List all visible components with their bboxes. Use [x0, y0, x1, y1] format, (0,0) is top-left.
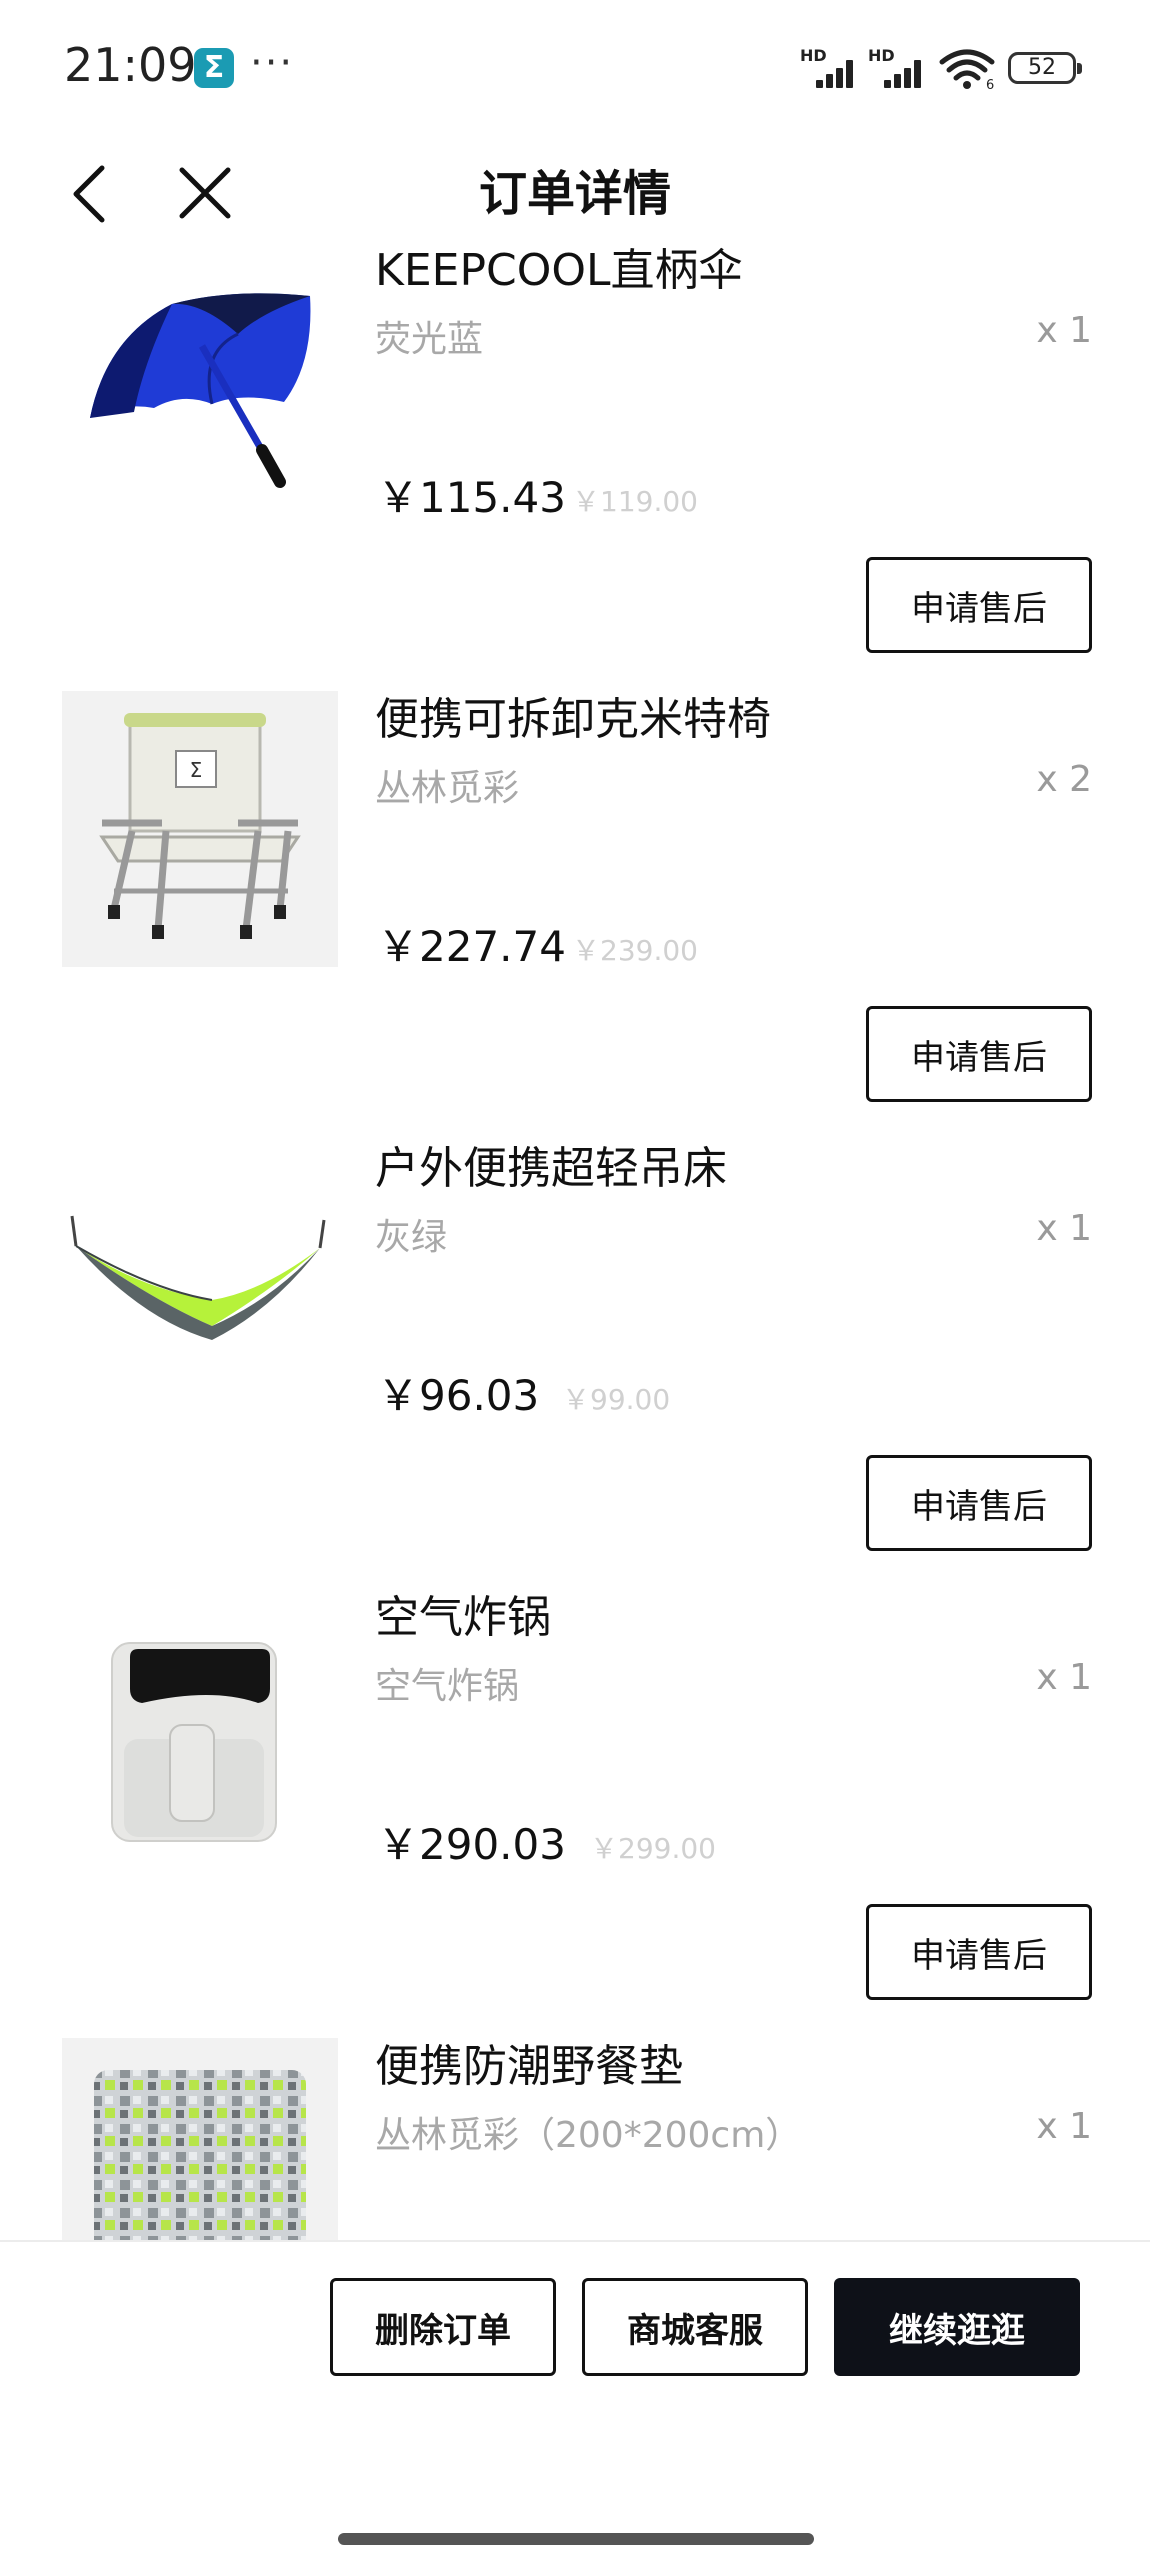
product-name: KEEPCOOL直柄伞 [375, 245, 743, 296]
list-item: 便携防潮野餐垫 丛林觅彩（200*200cm） x 1 [0, 2038, 1150, 2240]
product-name: 空气炸锅 [375, 1592, 551, 1643]
more-notifications-icon: ··· [250, 40, 295, 86]
list-item: 空气炸锅 空气炸锅 x 1 ￥290.03 ￥299.00 申请售后 [0, 1589, 1150, 2038]
order-items-list: KEEPCOOL直柄伞 荧光蓝 x 1 ￥115.43 ￥119.00 申请售后… [0, 242, 1150, 2240]
after-sales-button[interactable]: 申请售后 [866, 1455, 1092, 1551]
product-spec: 灰绿 [375, 1217, 448, 1258]
original-price: ￥239.00 [572, 934, 698, 967]
product-image-air-fryer[interactable] [62, 1589, 338, 1865]
list-item: Σ 便携可拆卸克米特椅 丛林觅彩 x 2 ￥227.74 ￥239.00 申请售… [0, 691, 1150, 1140]
app-notification-icon: Σ [194, 48, 234, 88]
svg-text:6: 6 [986, 78, 994, 90]
product-spec: 丛林觅彩（200*200cm） [375, 2115, 802, 2156]
original-price: ￥99.00 [562, 1383, 671, 1416]
after-sales-button[interactable]: 申请售后 [866, 557, 1092, 653]
status-bar: 21:09 Σ ··· HD HD 6 52 [0, 0, 1150, 140]
product-spec: 丛林觅彩 [375, 768, 520, 809]
product-quantity: x 1 [1036, 310, 1092, 351]
after-sales-button[interactable]: 申请售后 [866, 1006, 1092, 1102]
battery-icon: 52 [1008, 52, 1082, 84]
product-quantity: x 1 [1036, 1657, 1092, 1698]
status-time: 21:09 [64, 38, 197, 92]
product-image-picnic-mat[interactable] [62, 2038, 338, 2240]
product-name: 便携防潮野餐垫 [375, 2041, 683, 2092]
after-sales-button[interactable]: 申请售后 [866, 1904, 1092, 2000]
product-name: 便携可拆卸克米特椅 [375, 694, 771, 745]
home-indicator[interactable] [338, 2533, 814, 2545]
product-image-hammock[interactable] [62, 1140, 338, 1416]
product-image-chair[interactable]: Σ [62, 691, 338, 967]
original-price: ￥119.00 [572, 485, 698, 518]
product-spec: 空气炸锅 [375, 1666, 520, 1707]
svg-text:Σ: Σ [190, 758, 203, 782]
list-item: KEEPCOOL直柄伞 荧光蓝 x 1 ￥115.43 ￥119.00 申请售后 [0, 242, 1150, 691]
continue-shopping-button[interactable]: 继续逛逛 [834, 2278, 1080, 2376]
delete-order-button[interactable]: 删除订单 [330, 2278, 556, 2376]
original-price: ￥299.00 [590, 1832, 716, 1865]
product-price: ￥227.74 [377, 922, 566, 971]
product-price: ￥290.03 [377, 1820, 566, 1869]
wifi-icon: 6 [939, 49, 995, 90]
product-quantity: x 1 [1036, 1208, 1092, 1249]
list-item: 户外便携超轻吊床 灰绿 x 1 ￥96.03 ￥99.00 申请售后 [0, 1140, 1150, 1589]
product-price: ￥115.43 [377, 473, 566, 522]
product-price: ￥96.03 [377, 1371, 540, 1420]
product-name: 户外便携超轻吊床 [375, 1143, 727, 1194]
bottom-action-bar: 删除订单 商城客服 继续逛逛 [0, 2240, 1150, 2561]
product-quantity: x 2 [1036, 759, 1092, 800]
product-quantity: x 1 [1036, 2106, 1092, 2147]
product-image-umbrella[interactable] [62, 242, 338, 518]
product-spec: 荧光蓝 [375, 319, 484, 360]
nav-bar: 订单详情 [0, 140, 1150, 250]
customer-service-button[interactable]: 商城客服 [582, 2278, 808, 2376]
page-title: 订单详情 [478, 166, 671, 222]
